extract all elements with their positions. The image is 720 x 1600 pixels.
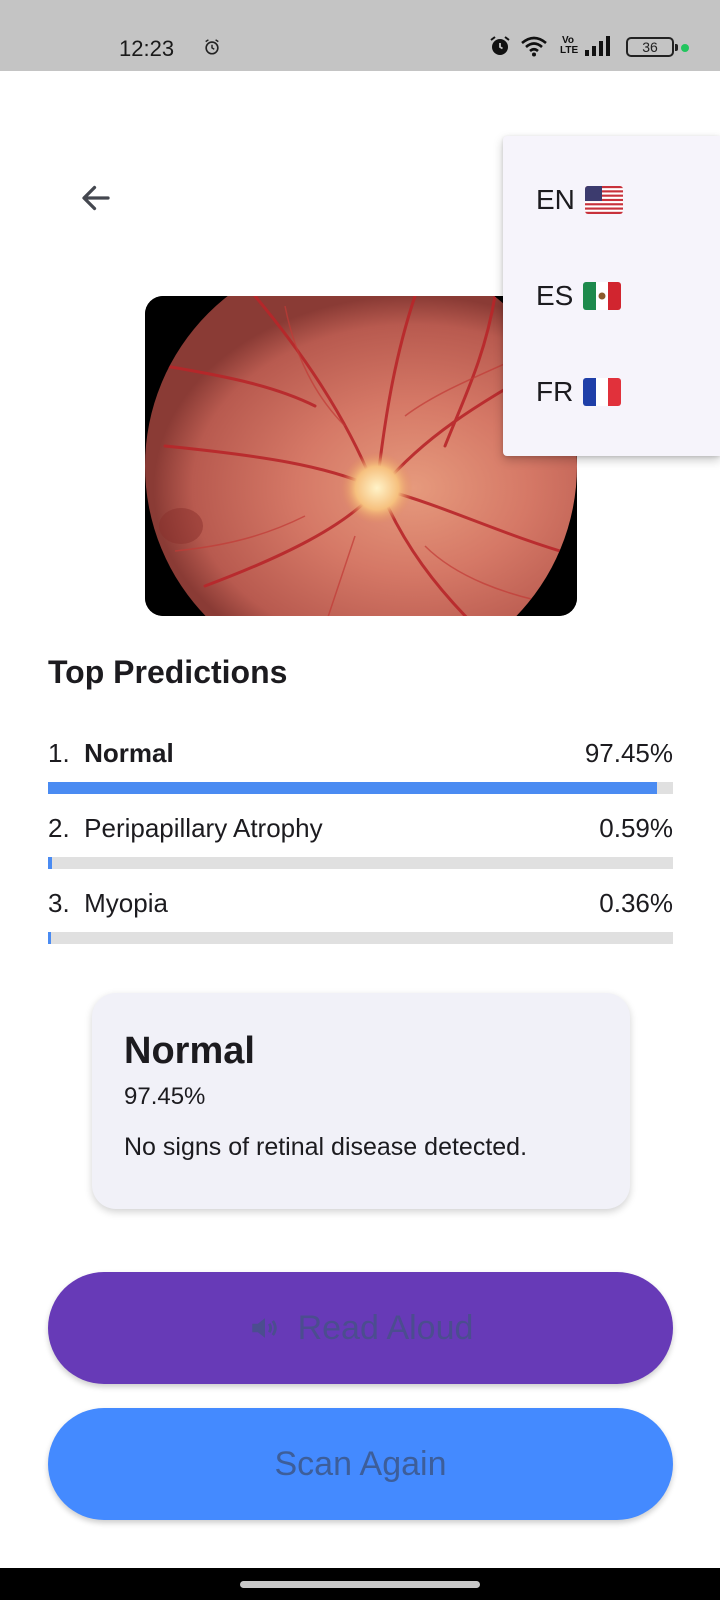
language-option-fr[interactable]: FR <box>503 344 720 440</box>
alarm-icon <box>205 39 219 55</box>
flag-us-icon <box>584 186 623 214</box>
result-percent: 97.45% <box>124 1083 206 1110</box>
prediction-label: Peripapillary Atrophy <box>84 813 323 843</box>
prediction-bar-track <box>48 782 673 794</box>
volte-icon: Vo LTE <box>560 35 579 56</box>
system-nav-bar <box>0 1568 720 1600</box>
home-gesture-handle[interactable] <box>240 1581 480 1588</box>
result-label: Normal <box>124 1030 255 1072</box>
status-bar: 12:23 Vo LTE 36 <box>0 0 720 71</box>
prediction-bar-fill <box>48 932 51 944</box>
prediction-row: 2. Peripapillary Atrophy 0.59% <box>48 811 673 881</box>
language-option-en[interactable]: EN <box>503 152 720 248</box>
prediction-bar-track <box>48 857 673 869</box>
result-description: No signs of retinal disease detected. <box>124 1133 528 1161</box>
language-option-es[interactable]: ES <box>503 248 720 344</box>
status-time: 12:23 <box>119 36 175 61</box>
prediction-rank: 3. <box>48 888 70 918</box>
prediction-bar-fill <box>48 857 52 869</box>
signal-icon <box>585 36 610 56</box>
flag-mx-icon <box>583 282 622 310</box>
privacy-indicator-dot <box>681 44 689 52</box>
language-code: FR <box>536 376 574 407</box>
language-code: ES <box>536 280 574 311</box>
flag-fr-icon <box>583 378 622 406</box>
back-button[interactable] <box>72 174 120 222</box>
prediction-bar-fill <box>48 782 658 794</box>
result-card: Normal 97.45% No signs of retinal diseas… <box>92 993 630 1209</box>
volume-icon <box>251 1318 277 1338</box>
prediction-label: Myopia <box>84 888 168 918</box>
prediction-percent: 0.59% <box>599 813 673 843</box>
battery-icon: 36 <box>626 37 678 57</box>
prediction-label: Normal <box>84 738 174 768</box>
prediction-percent: 97.45% <box>584 738 673 768</box>
prediction-rank: 2. <box>48 813 70 843</box>
read-aloud-label: Read Aloud <box>297 1308 474 1347</box>
language-code: EN <box>536 184 575 215</box>
alarm-clock-icon <box>490 36 510 55</box>
prediction-percent: 0.36% <box>599 888 673 918</box>
predictions-title: Top Predictions <box>48 654 288 690</box>
prediction-row: 3. Myopia 0.36% <box>48 886 673 956</box>
language-menu: EN ES FR <box>503 136 720 456</box>
wifi-icon <box>521 36 547 57</box>
scan-again-label: Scan Again <box>274 1444 447 1483</box>
prediction-row: 1. Normal 97.45% <box>48 736 673 806</box>
read-aloud-button[interactable]: Read Aloud <box>48 1272 673 1384</box>
scan-again-button[interactable]: Scan Again <box>48 1408 673 1520</box>
prediction-rank: 1. <box>48 738 70 768</box>
arrow-left-icon <box>82 185 110 211</box>
prediction-bar-track <box>48 932 673 944</box>
